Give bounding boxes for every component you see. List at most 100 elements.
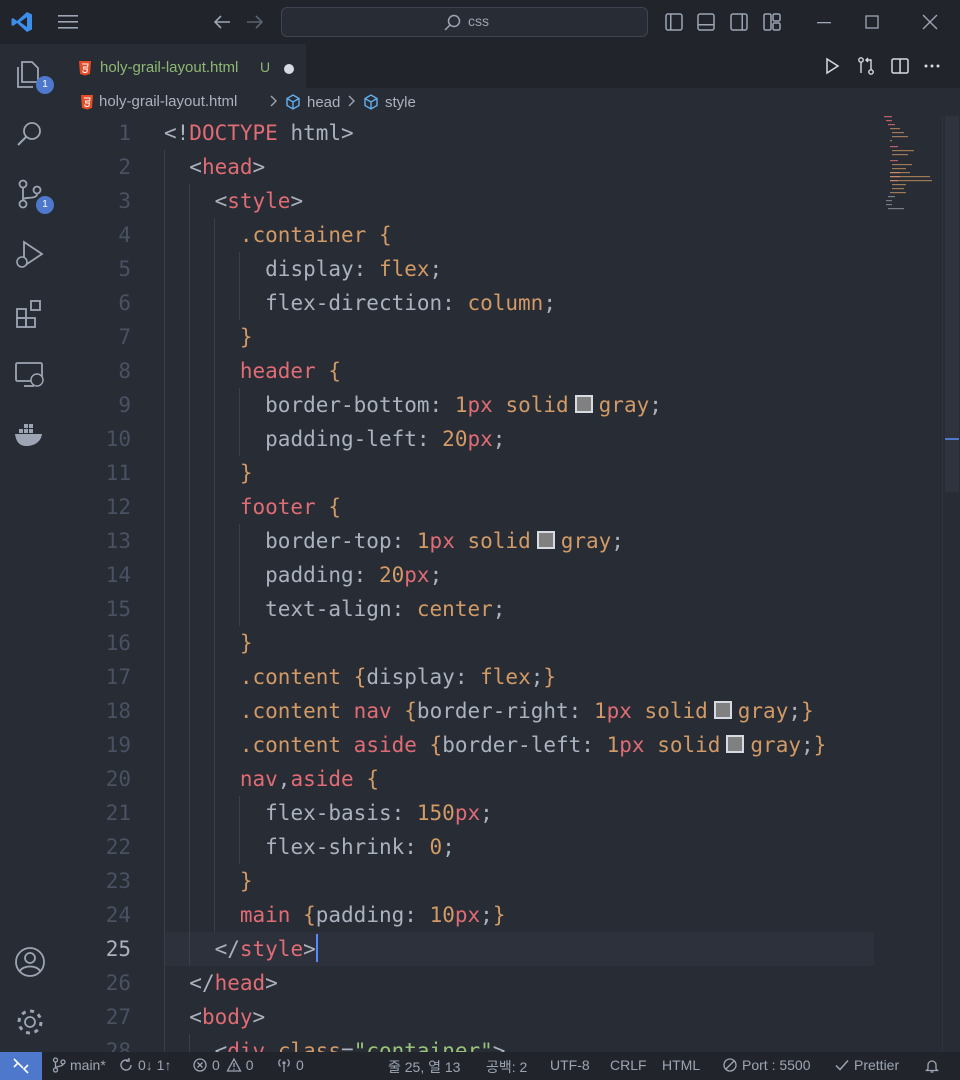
line-number: 19	[105, 733, 131, 757]
vertical-scrollbar[interactable]	[942, 116, 960, 1052]
code-line: 23 }	[60, 864, 942, 898]
activity-remote-explorer[interactable]	[12, 356, 48, 392]
activity-docker[interactable]	[12, 416, 48, 452]
tab-untracked-status: U	[260, 59, 271, 75]
search-icon	[444, 14, 461, 31]
activity-manage[interactable]	[12, 1004, 48, 1040]
line-number: 10	[105, 427, 131, 451]
code-line: 9 border-bottom: 1px solid gray;	[60, 388, 942, 422]
code-line: 4 .container {	[60, 218, 942, 252]
open-changes-icon[interactable]	[856, 56, 876, 76]
menu-icon[interactable]	[56, 12, 80, 32]
remote-explorer-icon	[15, 362, 44, 387]
line-number: 2	[118, 155, 131, 179]
line-code: flex-shrink: 0;	[265, 835, 455, 859]
code-line: 24 main {padding: 10px;}	[60, 898, 942, 932]
symbol-field-icon	[364, 94, 378, 110]
code-line: 16 }	[60, 626, 942, 660]
line-number: 16	[105, 631, 131, 655]
scrollbar-thumb[interactable]	[945, 116, 959, 492]
encoding-setting[interactable]: UTF-8	[550, 1057, 590, 1073]
line-code: </head>	[189, 971, 278, 995]
remote-indicator-button[interactable]	[0, 1052, 42, 1080]
indentation-setting[interactable]: 공백: 2	[486, 1057, 527, 1077]
line-code: .content nav {border-right: 1px solid gra…	[239, 699, 814, 723]
problems-status[interactable]: 0 0	[192, 1057, 254, 1073]
run-icon[interactable]	[822, 56, 842, 76]
forward-arrow-icon[interactable]	[243, 10, 267, 34]
line-number: 5	[118, 257, 131, 281]
code-line: 14 padding: 20px;	[60, 558, 942, 592]
branch-status[interactable]: main*	[52, 1057, 106, 1073]
line-number: 28	[105, 1039, 131, 1052]
minimap[interactable]	[882, 116, 942, 216]
toggle-primary-sidebar-icon[interactable]	[664, 12, 684, 32]
port-label: Port : 5500	[742, 1057, 811, 1073]
line-code: .content {display: flex;}	[239, 665, 557, 689]
extensions-icon	[16, 300, 41, 328]
breadcrumb-head[interactable]: head	[284, 93, 340, 111]
line-number: 6	[118, 291, 131, 315]
split-editor-icon[interactable]	[890, 56, 910, 76]
line-code: nav,aside {	[239, 767, 379, 791]
code-line: 8 header {	[60, 354, 942, 388]
line-code: .container {	[239, 223, 392, 247]
cursor-position[interactable]: 줄 25, 열 13	[388, 1057, 460, 1077]
line-code: border-top: 1px solid gray;	[265, 529, 624, 553]
maximize-icon[interactable]	[862, 12, 882, 32]
editor-tab-bar: holy-grail-layout.html U	[60, 44, 960, 88]
sync-icon	[120, 1058, 132, 1071]
code-line: 1 <!DOCTYPE html>	[60, 116, 942, 150]
ports-count: 0	[296, 1057, 304, 1073]
line-code: border-bottom: 1px solid gray;	[265, 393, 662, 417]
code-editor[interactable]: 1 <!DOCTYPE html> 2 <head> 3 <style> 4 .…	[60, 116, 942, 1052]
sync-status[interactable]: 0↓ 1↑	[118, 1057, 171, 1073]
close-icon[interactable]	[920, 12, 940, 32]
color-swatch[interactable]	[574, 395, 593, 413]
unsaved-dot-icon[interactable]	[284, 64, 294, 74]
activity-run-debug[interactable]	[12, 236, 48, 272]
code-line-current: 25 </style>	[60, 932, 942, 966]
line-code: footer {	[239, 495, 342, 519]
breadcrumb-style-label: style	[385, 93, 416, 111]
color-swatch[interactable]	[726, 735, 745, 753]
code-line: 12 footer {	[60, 490, 942, 524]
toggle-secondary-sidebar-icon[interactable]	[729, 12, 749, 32]
color-swatch[interactable]	[536, 531, 555, 549]
language-mode[interactable]: HTML	[662, 1057, 700, 1073]
warning-icon	[226, 1057, 242, 1072]
tab-label: holy-grail-layout.html	[100, 59, 239, 76]
line-code: .content aside {border-left: 1px solid gr…	[239, 733, 827, 757]
live-server-port[interactable]: Port : 5500	[722, 1057, 811, 1073]
activity-accounts[interactable]	[12, 944, 48, 980]
code-line: 2 <head>	[60, 150, 942, 184]
tab-holy-grail-layout[interactable]: holy-grail-layout.html U	[60, 44, 306, 88]
customize-layout-icon[interactable]	[762, 12, 782, 32]
command-search-box[interactable]: css	[281, 7, 648, 37]
activity-explorer[interactable]: 1	[12, 56, 54, 94]
code-line: 21 flex-basis: 150px;	[60, 796, 942, 830]
prettier-status[interactable]: Prettier	[834, 1057, 899, 1073]
code-line: 28 <div class="container">	[60, 1034, 942, 1052]
line-code: flex-basis: 150px;	[265, 801, 493, 825]
breadcrumb: holy-grail-layout.html head style	[60, 88, 960, 116]
breadcrumb-file[interactable]: holy-grail-layout.html	[80, 93, 237, 110]
html5-file-icon	[79, 61, 91, 76]
eol-setting[interactable]: CRLF	[610, 1057, 647, 1073]
line-number: 24	[105, 903, 131, 927]
ports-status[interactable]: 0	[276, 1057, 304, 1073]
more-actions-icon[interactable]	[922, 56, 942, 76]
activity-extensions[interactable]	[12, 296, 48, 332]
account-icon	[15, 947, 45, 977]
activity-source-control[interactable]: 1	[12, 176, 54, 214]
breadcrumb-file-label: holy-grail-layout.html	[99, 93, 238, 110]
back-arrow-icon[interactable]	[210, 10, 234, 34]
breadcrumb-style[interactable]: style	[362, 93, 416, 111]
docker-icon	[15, 424, 42, 446]
notifications-bell-icon[interactable]	[924, 1058, 940, 1074]
line-code: flex-direction: column;	[265, 291, 556, 315]
toggle-panel-icon[interactable]	[696, 12, 716, 32]
activity-search[interactable]	[12, 116, 48, 152]
minimize-icon[interactable]	[814, 12, 834, 32]
color-swatch[interactable]	[713, 701, 732, 719]
